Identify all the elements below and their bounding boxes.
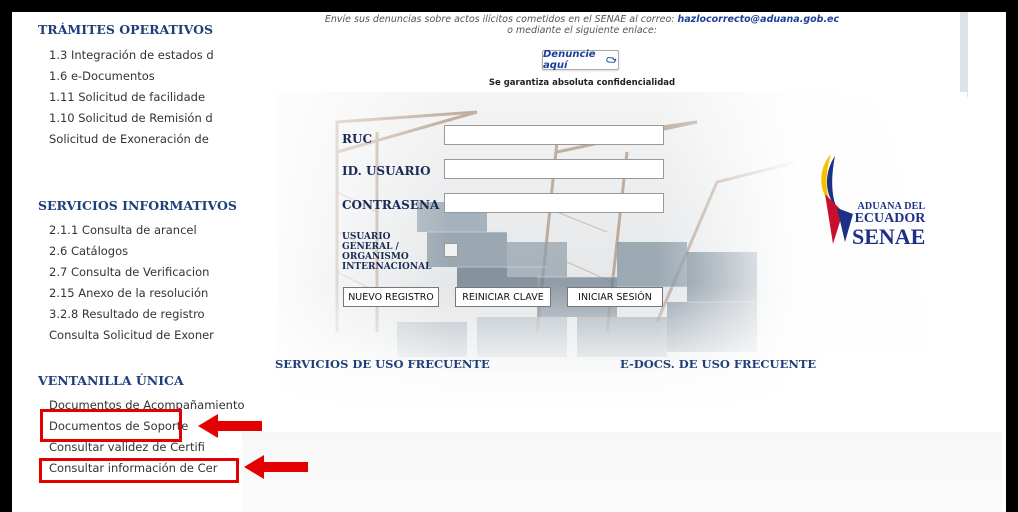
sidebar-link[interactable]: 1.6 e-Documentos [49,69,155,83]
notice-text: Envíe sus denuncias sobre actos ilícitos… [324,14,678,25]
senae-logo-text: ADUANA DEL ECUADOR SENAE [852,202,925,248]
denuncie-label: Denuncie aquí [543,49,596,71]
new-registration-button[interactable]: NUEVO REGISTRO [343,287,439,307]
red-arrow-icon [198,414,262,438]
section-title-ventanilla: VENTANILLA ÚNICA [38,373,184,388]
general-user-label-line: USUARIO [342,232,391,242]
general-user-label-line: INTERNACIONAL [342,262,432,272]
denuncia-notice: Envíe sus denuncias sobre actos ilícitos… [262,14,902,25]
general-user-label-line: GENERAL / [342,242,399,252]
section-title-servicios: SERVICIOS INFORMATIVOS [38,198,237,213]
ruc-input[interactable] [444,125,664,145]
sidebar-link[interactable]: Solicitud de Exoneración de [49,132,209,146]
sidebar-link[interactable]: Consulta Solicitud de Exoner [49,328,214,342]
login-button[interactable]: INICIAR SESIÓN [567,287,663,307]
password-label: CONTRASENA [342,198,440,212]
sidebar-link[interactable]: 1.11 Solicitud de facilidade [49,90,205,104]
user-id-input[interactable] [444,159,664,179]
ruc-label: RUC [342,132,372,146]
sidebar-link[interactable]: 2.6 Catálogos [49,244,128,258]
reset-password-button[interactable]: REINICIAR CLAVE [455,287,551,307]
sidebar-link-validez-certificado[interactable]: Consultar validez de Certifi [49,440,205,454]
frequent-services-heading: SERVICIOS DE USO FRECUENTE [275,357,490,371]
section-title-tramites: TRÁMITES OPERATIVOS [38,22,214,37]
sidebar-link[interactable]: 2.7 Consulta de Verificacion [49,265,209,279]
sidebar-link[interactable]: 2.1.1 Consulta de arancel [49,223,197,237]
red-arrow-icon [244,455,308,479]
notice-line2: o mediante el siguiente enlace: [507,25,657,36]
sidebar-link[interactable]: 3.2.8 Resultado de registro [49,307,205,321]
general-user-label-line: ORGANISMO [342,252,409,262]
sidebar-link[interactable]: 1.3 Integración de estados d [49,48,214,62]
logo-line3: SENAE [852,224,926,249]
denuncie-button[interactable]: Denuncie aquí [542,49,619,71]
frequent-edocs-heading: E-DOCS. DE USO FRECUENTE [620,357,817,371]
notice-email[interactable]: hazlocorrecto@aduana.gob.ec [678,14,840,25]
highlight-box-informacion-certificado [39,458,239,483]
sidebar-link[interactable]: 2.15 Anexo de la resolución [49,286,208,300]
highlight-box-documentos-soporte [40,409,182,442]
page: TRÁMITES OPERATIVOS 1.3 Integración de e… [12,12,1006,512]
scroll-strip [960,12,968,97]
sidebar-link[interactable]: 1.10 Solicitud de Remisión d [49,111,213,125]
bottom-band [242,432,1002,512]
password-input[interactable] [444,193,664,213]
general-user-label: USUARIO GENERAL / ORGANISMO INTERNACIONA… [342,232,431,272]
general-user-checkbox[interactable] [444,243,458,257]
user-id-label: ID. USUARIO [342,164,431,178]
guarantee-text: Se garantiza absoluta confidencialidad [488,78,676,88]
pointing-hand-icon [606,57,617,63]
